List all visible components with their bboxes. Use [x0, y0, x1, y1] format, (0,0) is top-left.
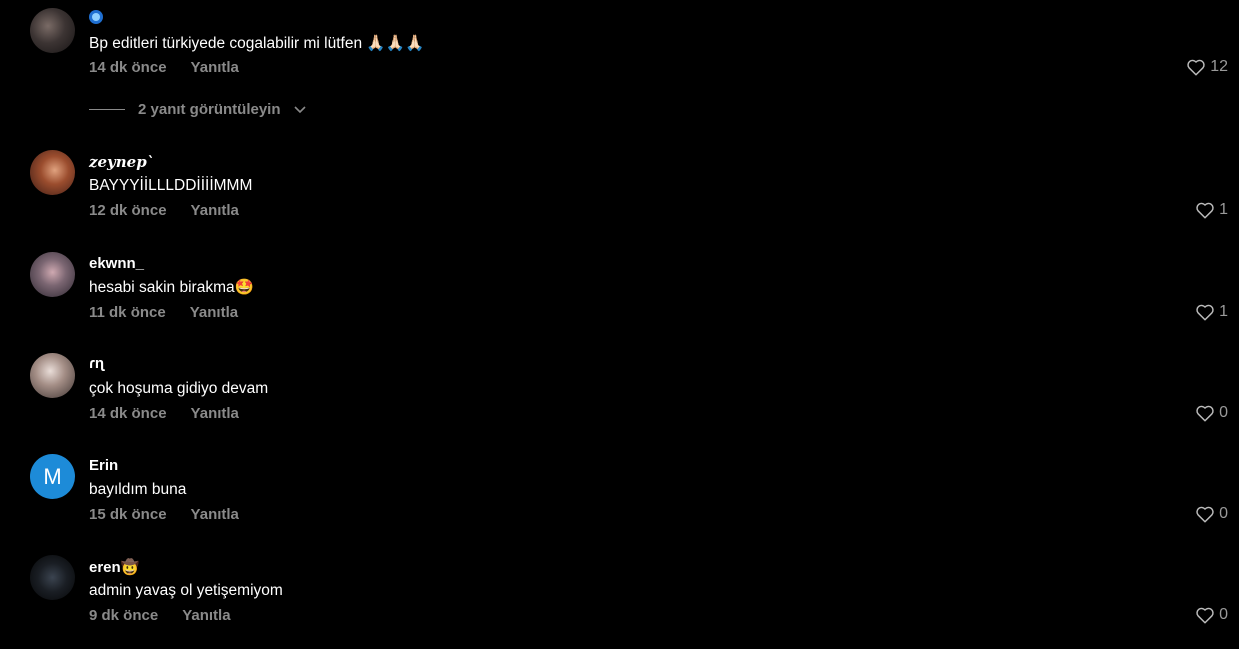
like-count: 1	[1219, 303, 1228, 320]
avatar[interactable]	[30, 252, 75, 297]
comment-meta: 15 dk önce Yanıtla	[89, 506, 239, 523]
comment-text: çok hoşuma gidiyo devam	[89, 380, 269, 397]
comment-username[interactable]: Erin	[89, 457, 118, 474]
reply-button[interactable]: Yanıtla	[191, 405, 239, 422]
reply-button[interactable]: Yanıtla	[191, 59, 239, 76]
heart-outline-icon	[1196, 304, 1214, 321]
comment-username[interactable]: ekwnn_	[89, 255, 144, 272]
avatar[interactable]	[30, 150, 75, 195]
comment-time: 9 dk önce	[89, 607, 159, 624]
comment-meta: 12 dk önce Yanıtla	[89, 202, 239, 219]
like-count: 0	[1219, 606, 1228, 623]
reply-button[interactable]: Yanıtla	[191, 202, 239, 219]
comment-meta: 9 dk önce Yanıtla	[89, 607, 231, 624]
heart-outline-icon	[1196, 202, 1214, 219]
comment-meta: 14 dk önce Yanıtla	[89, 405, 239, 422]
verified-badge-icon	[89, 10, 103, 24]
avatar[interactable]: M	[30, 454, 75, 499]
comment-username[interactable]: ɾɳ	[89, 355, 104, 372]
comment-text: hesabi sakin birakma🤩	[89, 279, 254, 296]
like-button[interactable]: 1	[1195, 201, 1228, 219]
like-button[interactable]: 1	[1195, 303, 1228, 321]
chevron-down-icon	[293, 105, 306, 113]
like-count: 1	[1219, 201, 1228, 218]
reply-button[interactable]: Yanıtla	[191, 506, 239, 523]
comment-time: 15 dk önce	[89, 506, 167, 523]
avatar[interactable]	[30, 353, 75, 398]
like-button[interactable]: 12	[1186, 58, 1228, 76]
comment-text: BAYYYİİLLLDDİİİİMMM	[89, 177, 253, 194]
heart-outline-icon	[1196, 405, 1214, 422]
comment-time: 12 dk önce	[89, 202, 167, 219]
comment-time: 11 dk önce	[89, 304, 166, 321]
reply-button[interactable]: Yanıtla	[190, 304, 238, 321]
comment-username[interactable]: eren🤠	[89, 558, 139, 576]
comment-meta: 11 dk önce Yanıtla	[89, 304, 238, 321]
reply-button[interactable]: Yanıtla	[182, 607, 230, 624]
comment-meta: 14 dk önce Yanıtla	[89, 59, 239, 76]
heart-outline-icon	[1196, 607, 1214, 624]
comment-username[interactable]: 𝒛𝒆𝒚𝒏𝒆𝒑`	[89, 153, 154, 171]
like-count: 12	[1210, 58, 1228, 75]
comment-text: bayıldım buna	[89, 481, 187, 498]
like-count: 0	[1219, 404, 1228, 421]
heart-outline-icon	[1187, 59, 1205, 76]
avatar[interactable]	[30, 8, 75, 53]
comment-time: 14 dk önce	[89, 405, 167, 422]
comment-text: Bp editleri türkiyede cogalabilir mi lüt…	[89, 35, 425, 52]
like-button[interactable]: 0	[1195, 606, 1228, 624]
like-button[interactable]: 0	[1195, 404, 1228, 422]
avatar[interactable]	[30, 555, 75, 600]
heart-outline-icon	[1196, 506, 1214, 523]
like-button[interactable]: 0	[1195, 505, 1228, 523]
avatar-letter: M	[43, 463, 62, 489]
comment-time: 14 dk önce	[89, 59, 167, 76]
view-replies-button[interactable]: 2 yanıt görüntüleyin	[89, 101, 306, 118]
comment-text: admin yavaş ol yetişemiyom	[89, 582, 283, 599]
divider	[89, 109, 125, 110]
view-replies-label: 2 yanıt görüntüleyin	[138, 101, 281, 118]
like-count: 0	[1219, 505, 1228, 522]
